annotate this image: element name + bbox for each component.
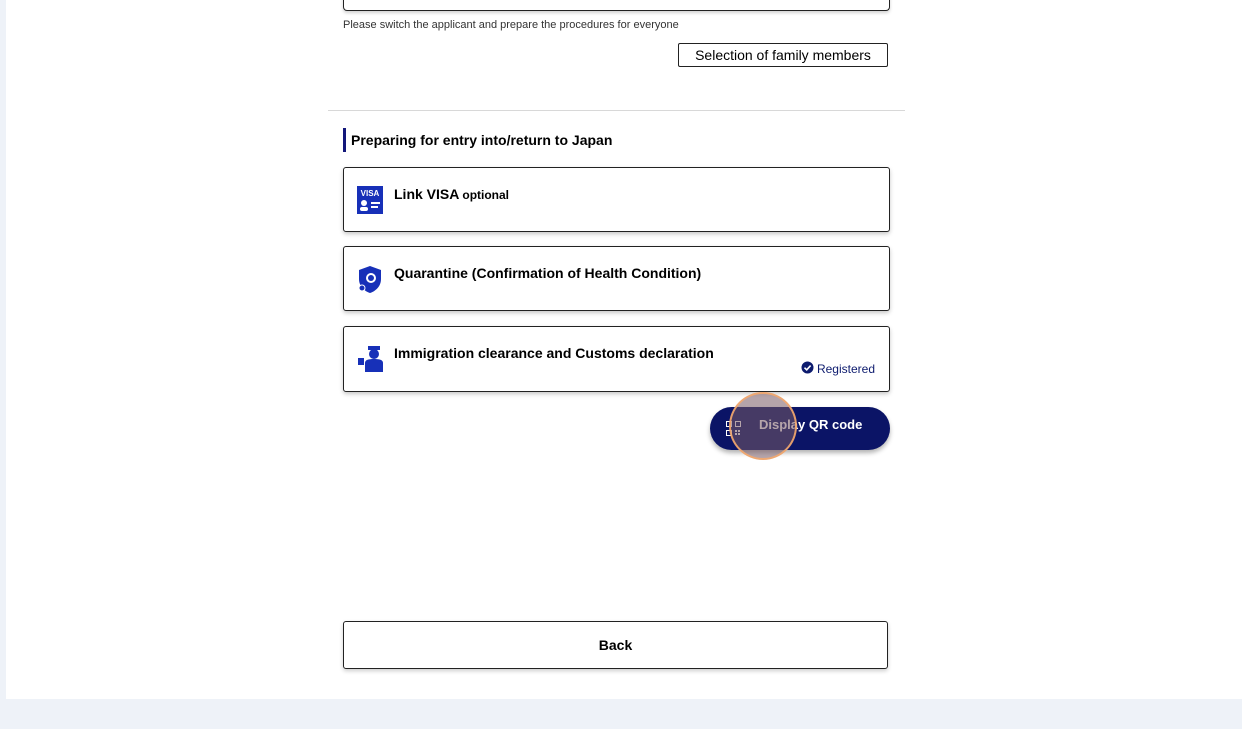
immigration-title: Immigration clearance and Customs declar… — [394, 345, 714, 361]
display-qr-code-button[interactable]: Display QR code — [710, 407, 890, 450]
optional-tag: optional — [462, 188, 510, 202]
quarantine-shield-icon — [356, 264, 384, 294]
immigration-officer-icon — [356, 344, 384, 374]
section-title: Preparing for entry into/return to Japan — [343, 128, 612, 152]
applicant-card-edge — [343, 0, 890, 11]
quarantine-title: Quarantine (Confirmation of Health Condi… — [394, 265, 702, 281]
link-visa-label: Link VISA — [394, 186, 460, 202]
link-visa-title: Link VISA optional — [394, 186, 509, 202]
family-members-button[interactable]: Selection of family members — [678, 43, 888, 67]
immigration-card[interactable]: Immigration clearance and Customs declar… — [343, 326, 890, 392]
check-circle-icon — [801, 361, 814, 377]
visa-icon-text: VISA — [361, 189, 380, 198]
applicant-note: Please switch the applicant and prepare … — [343, 19, 679, 31]
section-divider — [328, 110, 905, 111]
qr-button-label: Display QR code — [759, 417, 863, 432]
link-visa-card[interactable]: VISA Link VISA optional — [343, 167, 890, 232]
registered-label: Registered — [816, 362, 875, 376]
main-panel: Please switch the applicant and prepare … — [6, 0, 1242, 699]
back-button[interactable]: Back — [343, 621, 888, 669]
registered-status: Registered — [801, 361, 875, 377]
quarantine-card[interactable]: Quarantine (Confirmation of Health Condi… — [343, 246, 890, 311]
qr-code-icon — [726, 421, 741, 436]
visa-icon: VISA — [356, 185, 384, 215]
